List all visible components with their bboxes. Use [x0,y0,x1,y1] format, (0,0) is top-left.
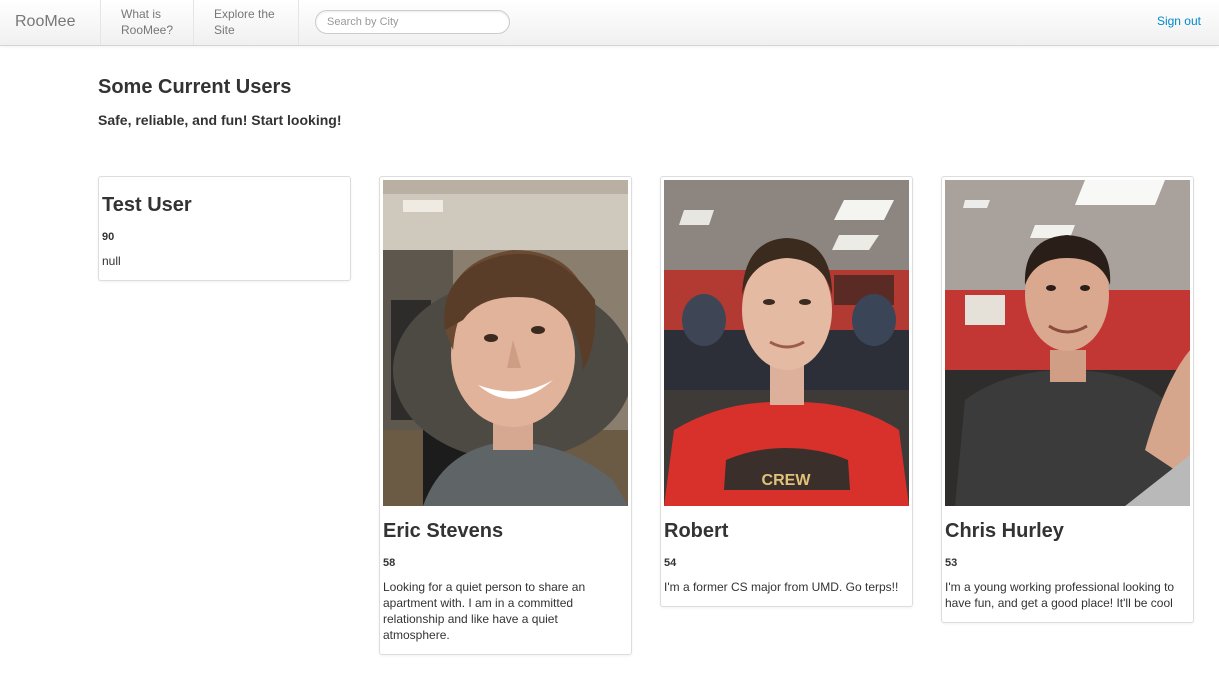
user-photo[interactable] [383,180,628,506]
user-name: Robert [664,520,729,542]
city-search-input[interactable] [315,10,510,34]
user-name: Chris Hurley [945,520,1064,542]
user-age: 58 [383,557,396,569]
top-navbar: RooMee What is RooMee? Explore the Site … [0,0,1219,46]
user-bio: Looking for a quiet person to share an a… [383,580,586,642]
user-card[interactable]: Test User 90 null [98,176,351,281]
user-photo[interactable]: CREW [664,180,909,506]
user-age: 90 [102,231,115,243]
user-name: Test User [102,194,192,216]
user-bio: I'm a young working professional looking… [945,580,1175,610]
brand-logo-link[interactable]: RooMee [15,13,75,31]
user-age: 53 [945,557,958,569]
user-photo[interactable] [945,180,1190,506]
nav-explore-site[interactable]: Explore the Site [193,0,299,45]
user-card[interactable]: CREW Robert 54 I'm a former CS major fro… [660,176,913,607]
svg-text:CREW: CREW [762,472,812,489]
user-name: Eric Stevens [383,520,504,542]
page-subtitle: Safe, reliable, and fun! Start looking! [98,112,342,128]
page-title: Some Current Users [98,76,292,98]
user-bio: null [102,254,121,268]
user-card[interactable]: Chris Hurley 53 I'm a young working prof… [941,176,1194,623]
user-card[interactable]: Eric Stevens 58 Looking for a quiet pers… [379,176,632,655]
sign-out-link[interactable]: Sign out [1157,14,1201,28]
nav-what-is-roomee[interactable]: What is RooMee? [100,0,193,45]
user-bio: I'm a former CS major from UMD. Go terps… [664,580,899,594]
user-age: 54 [664,557,677,569]
